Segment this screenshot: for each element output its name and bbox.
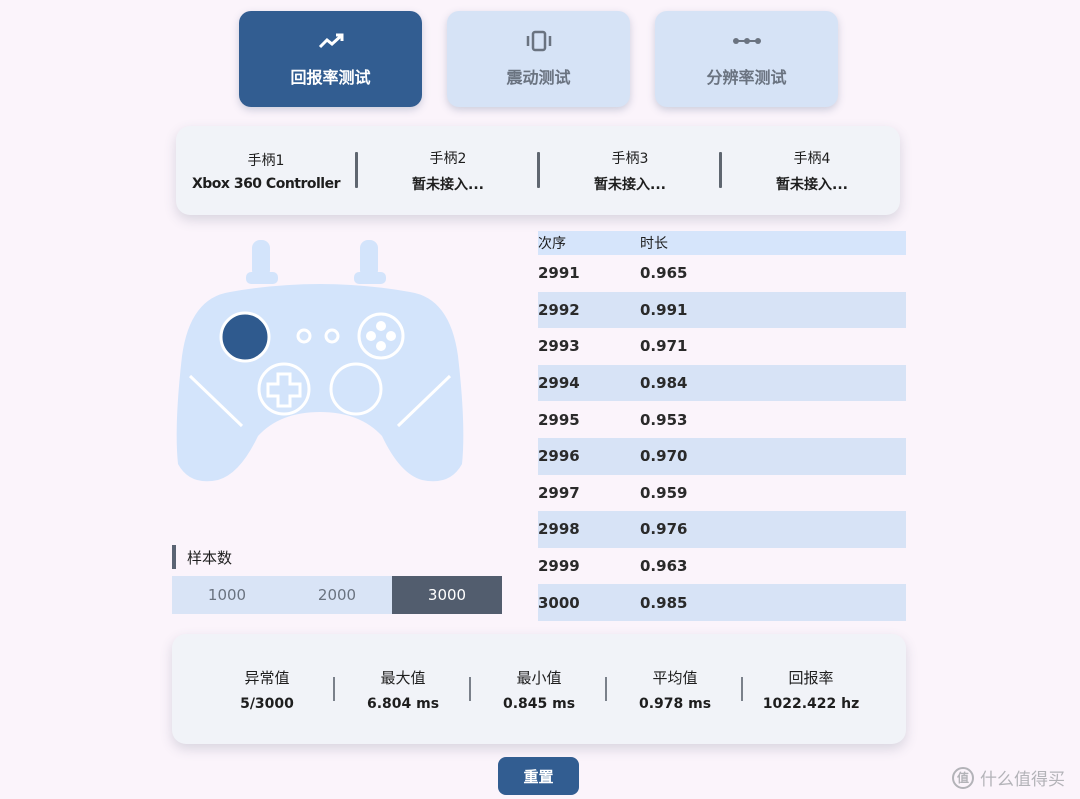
- cell-order: 2994: [538, 374, 580, 393]
- results-table: 次序 时长 2991 0.965 2992 0.991 2993 0.971 2994…: [538, 231, 906, 621]
- cell-duration: 0.971: [640, 337, 688, 356]
- smzdm-logo-icon: 值: [952, 766, 974, 789]
- option-label: 2000: [317, 586, 357, 604]
- table-header: 次序 时长: [538, 231, 906, 255]
- controller-name: 手柄3: [611, 150, 649, 167]
- tab-polling-rate-test[interactable]: 回报率测试: [239, 11, 422, 107]
- controller-status: 暂未接入...: [412, 176, 484, 193]
- controller-name: 手柄4: [793, 150, 831, 167]
- stat-label: 最小值: [516, 668, 562, 687]
- cell-order: 2995: [538, 410, 580, 429]
- cell-duration: 0.959: [640, 483, 688, 502]
- reset-button[interactable]: 重置: [498, 757, 579, 795]
- sample-option-3000[interactable]: 3000: [392, 576, 502, 614]
- cell-order: 2992: [538, 300, 580, 319]
- table-row: 2993 0.971: [538, 328, 906, 365]
- reset-label: 重置: [523, 767, 554, 786]
- stat-label: 异常值: [244, 668, 290, 687]
- cell-order: 2997: [538, 483, 580, 502]
- watermark: 值 什么值得买: [952, 765, 1065, 790]
- stat-value: 5/3000: [240, 695, 294, 712]
- stat-value: 6.804 ms: [366, 695, 440, 712]
- cell-duration: 0.970: [640, 447, 688, 466]
- cell-duration: 0.976: [640, 520, 688, 539]
- stat-outliers: 异常值 5/3000: [199, 634, 335, 744]
- stat-label: 最大值: [380, 668, 426, 687]
- controller-status: 暂未接入...: [594, 176, 666, 193]
- cell-order: 2991: [538, 264, 580, 283]
- cell-order: 2999: [538, 557, 580, 576]
- tab-label: 分辨率测试: [706, 68, 787, 87]
- cell-order: 2993: [538, 337, 580, 356]
- controller-name: 手柄1: [247, 152, 285, 169]
- stat-max: 最大值 6.804 ms: [335, 634, 471, 744]
- cell-duration: 0.953: [640, 410, 688, 429]
- sample-count-title: 样本数: [187, 548, 233, 567]
- stat-label: 平均值: [652, 668, 698, 687]
- cell-order: 2996: [538, 447, 580, 466]
- stat-average: 平均值 0.978 ms: [607, 634, 743, 744]
- option-label: 1000: [207, 586, 247, 604]
- gamepad-illustration: [176, 240, 464, 482]
- tab-resolution-test[interactable]: 分辨率测试: [655, 11, 838, 107]
- stat-polling-rate: 回报率 1022.422 hz: [743, 634, 879, 744]
- stat-value: 0.845 ms: [502, 695, 576, 712]
- cell-duration: 0.984: [640, 374, 688, 393]
- tab-label: 震动测试: [506, 68, 571, 87]
- option-label: 3000: [427, 586, 467, 604]
- cell-order: 2998: [538, 520, 580, 539]
- tab-label: 回报率测试: [290, 68, 371, 87]
- table-row: 2996 0.970: [538, 437, 906, 475]
- header-order: 次序: [538, 236, 566, 252]
- sample-option-1000[interactable]: 1000: [172, 576, 282, 614]
- dots-line-icon: [732, 30, 762, 52]
- controller-slot-4[interactable]: 手柄4 暂未接入...: [722, 126, 902, 215]
- cell-duration: 0.991: [640, 300, 688, 319]
- cell-order: 3000: [538, 593, 580, 612]
- controller-status: 暂未接入...: [776, 176, 848, 193]
- stat-label: 回报率: [788, 668, 834, 687]
- controller-slot-3[interactable]: 手柄3 暂未接入...: [540, 126, 720, 215]
- controller-status: Xbox 360 Controller: [191, 175, 341, 192]
- table-row: 3000 0.985: [538, 584, 906, 621]
- label-accent-bar: [172, 545, 176, 569]
- controller-slot-1[interactable]: 手柄1 Xbox 360 Controller: [176, 126, 356, 215]
- table-row: 2997 0.959: [538, 475, 906, 512]
- controller-name: 手柄2: [429, 150, 467, 167]
- table-row: 2995 0.953: [538, 401, 906, 438]
- stat-min: 最小值 0.845 ms: [471, 634, 607, 744]
- table-body: 2991 0.965 2992 0.991 2993 0.971 2994 0.984 …: [538, 255, 906, 621]
- trending-up-icon: [317, 30, 345, 52]
- table-row: 2998 0.976: [538, 511, 906, 548]
- sample-count-label: 样本数: [172, 545, 232, 569]
- sample-option-2000[interactable]: 2000: [282, 576, 392, 614]
- header-duration: 时长: [640, 236, 668, 252]
- vibration-icon: [523, 30, 555, 52]
- table-row: 2994 0.984: [538, 364, 906, 402]
- controller-selector: 手柄1 Xbox 360 Controller 手柄2 暂未接入... 手柄3 …: [176, 126, 900, 215]
- table-row: 2992 0.991: [538, 291, 906, 329]
- cell-duration: 0.965: [640, 264, 688, 283]
- stat-value: 1022.422 hz: [762, 695, 860, 712]
- stat-value: 0.978 ms: [638, 695, 712, 712]
- controller-slot-2[interactable]: 手柄2 暂未接入...: [358, 126, 538, 215]
- tab-vibration-test[interactable]: 震动测试: [447, 11, 630, 107]
- watermark-text: 什么值得买: [980, 770, 1065, 790]
- cell-duration: 0.963: [640, 557, 688, 576]
- cell-duration: 0.985: [640, 593, 688, 612]
- table-row: 2999 0.963: [538, 548, 906, 585]
- table-row: 2991 0.965: [538, 255, 906, 292]
